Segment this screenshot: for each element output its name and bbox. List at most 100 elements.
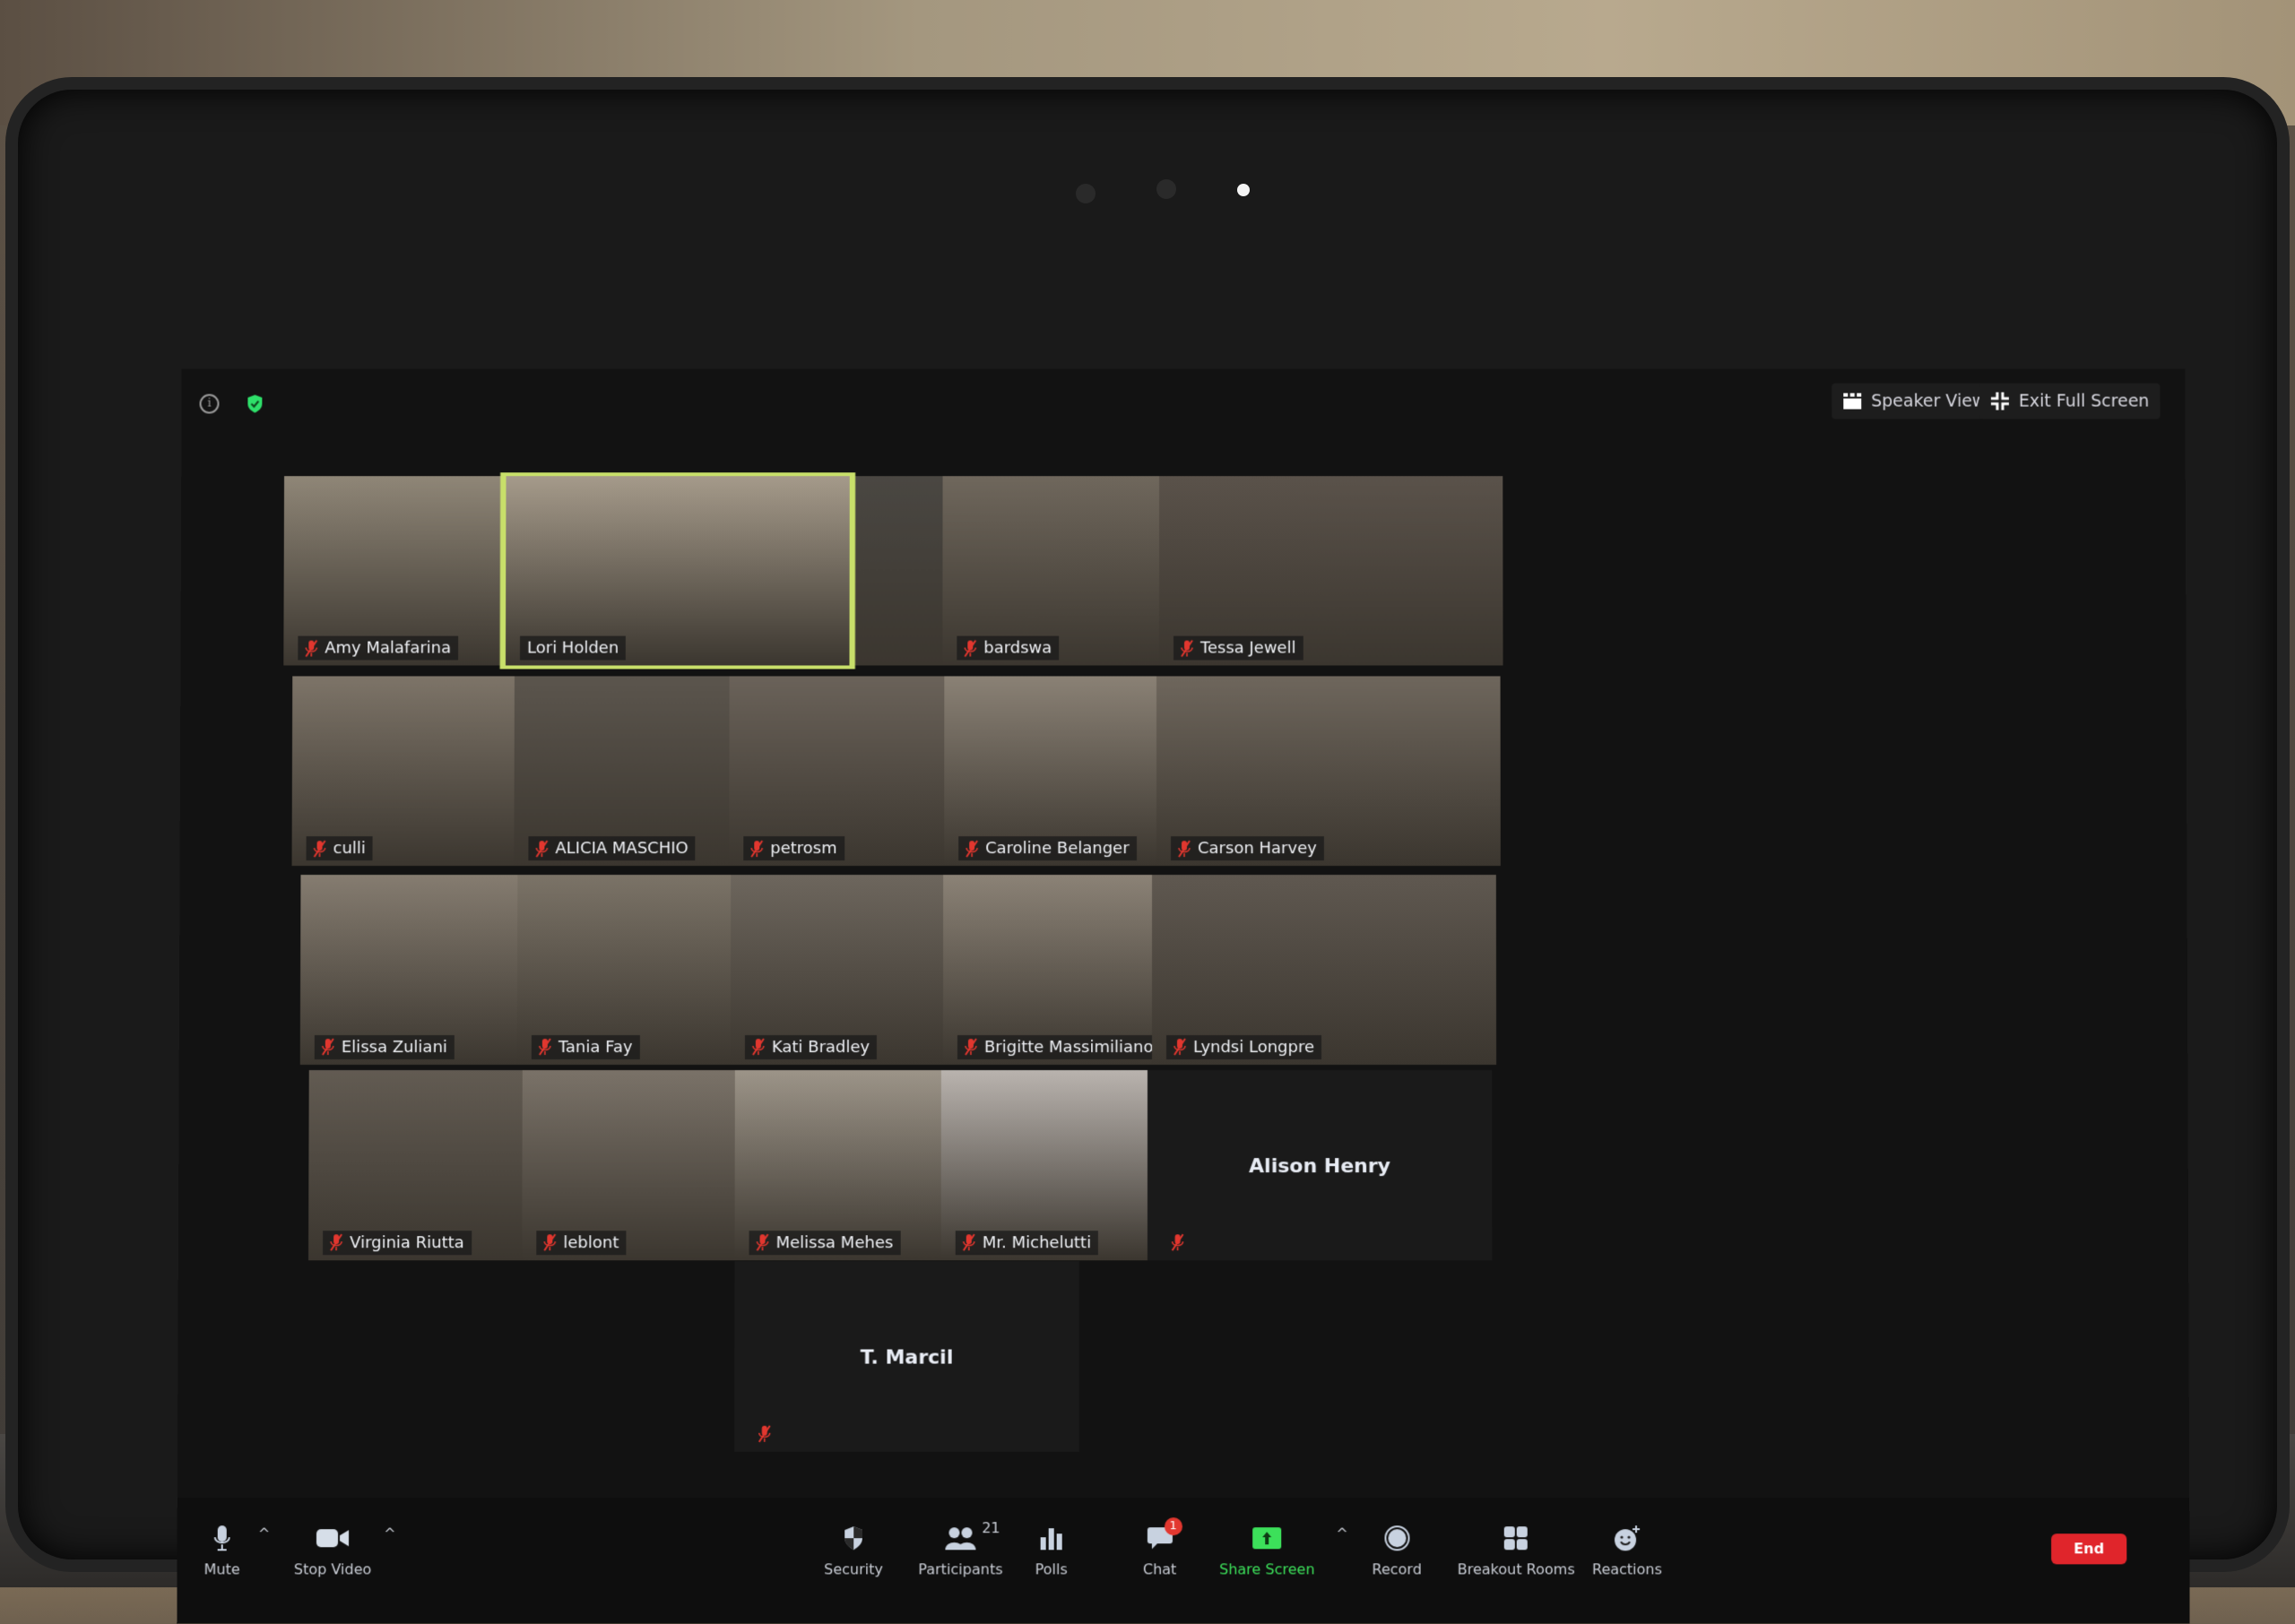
camera-lens — [1076, 184, 1096, 203]
participant-name: Tania Fay — [558, 1037, 633, 1057]
muted-microphone-icon — [1173, 1038, 1186, 1056]
participant-name: Tessa Jewell — [1199, 638, 1296, 658]
exit-full-screen-button[interactable]: Exit Full Screen — [1979, 383, 2161, 419]
info-icon[interactable]: i — [199, 393, 220, 414]
zoom-meeting-window: i Speaker View Exit Full Screen Amy Mala… — [177, 368, 2190, 1624]
participants-button[interactable]: 21 Participants — [918, 1519, 1003, 1578]
end-meeting-button[interactable]: End — [2051, 1533, 2127, 1565]
share-options-caret[interactable]: ^ — [1336, 1525, 1347, 1542]
participant-name: Lori Holden — [526, 638, 619, 658]
encryption-shield-icon[interactable] — [246, 394, 264, 414]
record-label: Record — [1372, 1560, 1422, 1578]
speaker-view-button[interactable]: Speaker View — [1832, 383, 1997, 419]
participant-name-tag: Mr. Michelutti — [955, 1230, 1099, 1255]
participant-name-tag: Caroline Belanger — [958, 836, 1137, 861]
participant-name-tag: culli — [306, 836, 373, 861]
security-shield-icon — [843, 1525, 864, 1551]
meeting-status-icons: i — [199, 393, 264, 414]
participant-tile[interactable]: Lyndsi Longpre — [1151, 874, 1497, 1065]
muted-microphone-icon — [964, 639, 976, 657]
tablet-device: i Speaker View Exit Full Screen Amy Mala… — [18, 90, 2277, 1624]
participant-name-tag: Brigitte Massimiliano — [957, 1034, 1161, 1059]
muted-microphone-icon — [1181, 639, 1193, 657]
participant-name: culli — [333, 839, 366, 859]
reactions-label: Reactions — [1592, 1560, 1663, 1578]
participant-name: ALICIA MASCHIO — [555, 839, 688, 859]
participant-name-tag: Tessa Jewell — [1173, 635, 1303, 661]
participant-name: Melissa Mehes — [775, 1232, 894, 1252]
muted-microphone-icon — [313, 840, 326, 858]
participant-name-tag: Kati Bradley — [744, 1034, 878, 1059]
breakout-rooms-label: Breakout Rooms — [1457, 1560, 1575, 1578]
chat-button[interactable]: 1 Chat — [1143, 1517, 1182, 1577]
muted-microphone-icon — [321, 1038, 334, 1056]
polls-bar-chart-icon — [1040, 1525, 1063, 1551]
muted-microphone-icon — [305, 640, 318, 658]
audio-options-caret[interactable]: ^ — [258, 1525, 271, 1542]
participants-label: Participants — [918, 1560, 1003, 1578]
share-screen-button[interactable]: Share Screen — [1219, 1525, 1315, 1577]
participant-name-tag: Virginia Riutta — [323, 1230, 472, 1255]
participant-name: Alison Henry — [1249, 1155, 1391, 1179]
security-label: Security — [824, 1560, 883, 1578]
muted-microphone-icon — [750, 840, 764, 858]
muted-microphone-icon — [757, 1233, 769, 1251]
participant-tile[interactable]: Alison Henry — [1147, 1069, 1493, 1260]
participant-tile[interactable]: Carson Harvey — [1156, 676, 1501, 867]
security-button[interactable]: Security — [824, 1525, 883, 1577]
participant-name-tag: Tania Fay — [531, 1034, 640, 1059]
muted-microphone-icon — [538, 1038, 551, 1056]
participant-name: bardswa — [983, 638, 1052, 658]
participant-name-tag: Elissa Zuliani — [314, 1034, 455, 1059]
mute-button[interactable]: Mute — [204, 1525, 240, 1577]
record-icon — [1383, 1525, 1410, 1551]
participant-name: T. Marcil — [860, 1346, 954, 1369]
speaker-view-label: Speaker View — [1871, 391, 1987, 411]
stop-video-button[interactable]: Stop Video — [294, 1525, 372, 1577]
muted-microphone-icon — [751, 1038, 765, 1056]
participant-tile[interactable]: Tessa Jewell — [1159, 476, 1503, 666]
muted-microphone-icon — [1172, 1233, 1184, 1251]
participant-name: Caroline Belanger — [985, 839, 1130, 859]
stop-video-label: Stop Video — [293, 1560, 372, 1578]
mute-label: Mute — [204, 1560, 240, 1578]
camera-lens — [1156, 179, 1176, 199]
participant-name: leblont — [563, 1232, 619, 1252]
record-button[interactable]: Record — [1372, 1525, 1422, 1578]
muted-microphone-icon — [1178, 840, 1191, 858]
participant-name: Brigitte Massimiliano — [983, 1037, 1154, 1057]
participant-name: Carson Harvey — [1197, 839, 1317, 859]
polls-button[interactable]: Polls — [1035, 1525, 1068, 1577]
participant-tile[interactable]: T. Marcil — [734, 1261, 1079, 1452]
exit-full-screen-label: Exit Full Screen — [2018, 391, 2150, 411]
participant-name-tag: Amy Malafarina — [298, 635, 459, 661]
muted-microphone-icon — [543, 1233, 556, 1251]
chat-unread-badge: 1 — [1164, 1517, 1182, 1536]
video-options-caret[interactable]: ^ — [384, 1525, 395, 1542]
muted-microphone-icon — [535, 840, 549, 858]
participant-name-tag: Lyndsi Longpre — [1165, 1034, 1322, 1059]
participant-name-tag: ALICIA MASCHIO — [528, 836, 696, 861]
muted-microphone-icon — [330, 1233, 342, 1251]
breakout-rooms-button[interactable]: Breakout Rooms — [1458, 1525, 1575, 1577]
participants-count: 21 — [982, 1519, 1000, 1537]
chat-bubble-icon: 1 — [1147, 1517, 1182, 1551]
participant-name-tag: Carson Harvey — [1171, 836, 1324, 861]
participant-name-tag: bardswa — [957, 635, 1060, 661]
reactions-smiley-icon — [1614, 1525, 1641, 1551]
meeting-toolbar: Mute ^ Stop Video ^ Security 21 Particip… — [177, 1498, 2190, 1624]
breakout-rooms-grid-icon — [1503, 1525, 1529, 1551]
speaker-view-icon — [1843, 393, 1862, 410]
share-screen-arrow-icon — [1251, 1525, 1282, 1551]
participant-name-tag: Melissa Mehes — [749, 1230, 901, 1255]
participant-name: Kati Bradley — [771, 1037, 870, 1057]
muted-microphone-icon — [758, 1425, 771, 1443]
participant-tile[interactable]: Lori Holden — [505, 476, 850, 666]
participant-name: Mr. Michelutti — [982, 1232, 1092, 1252]
participant-name: Amy Malafarina — [325, 638, 452, 658]
reactions-button[interactable]: Reactions — [1592, 1525, 1662, 1577]
muted-microphone-icon — [966, 840, 979, 858]
exit-fullscreen-icon — [1990, 392, 2010, 411]
participant-name-tag: leblont — [536, 1230, 627, 1255]
polls-label: Polls — [1035, 1560, 1068, 1578]
